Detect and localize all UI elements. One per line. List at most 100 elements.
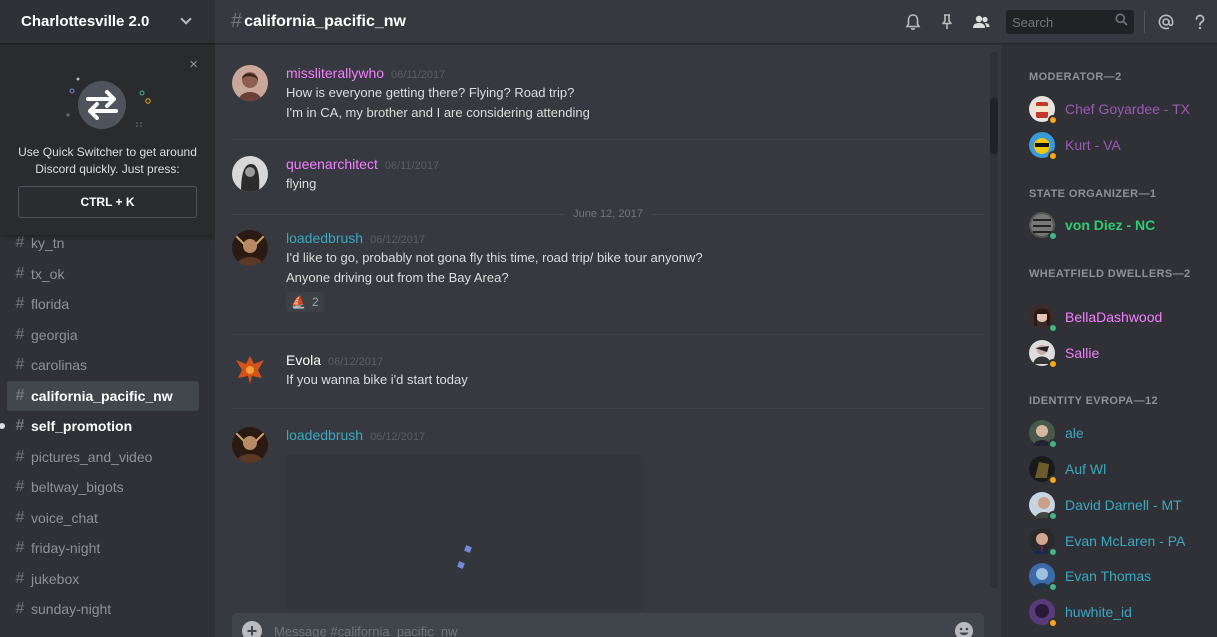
server-name: Charlottesville 2.0 (21, 13, 150, 30)
avatar[interactable] (232, 352, 268, 388)
channel-label: pictures_and_video (31, 448, 153, 465)
divider-line (650, 213, 985, 215)
channel-item-tx_ok[interactable]: # tx_ok (7, 259, 199, 290)
member-item[interactable]: Evan McLaren - PA (1029, 526, 1209, 557)
online-status-icon (1048, 511, 1058, 521)
search-input[interactable] (1012, 14, 1108, 30)
message-author[interactable]: loadedbrush (286, 230, 363, 246)
member-name: von Diez - NC (1065, 217, 1156, 233)
upload-button[interactable]: + (242, 621, 262, 637)
header-toolbar (896, 0, 1217, 44)
channel-item-jukebox[interactable]: # jukebox (7, 564, 199, 595)
channel-header: # california_pacific_nw (215, 0, 1217, 44)
channel-item-voice_chat[interactable]: # voice_chat (7, 503, 199, 534)
member-name: Evan Thomas (1065, 568, 1152, 584)
quick-switcher-shortcut-button[interactable]: CTRL + K (18, 186, 197, 218)
online-status-icon (1048, 439, 1058, 449)
mentions-icon[interactable] (1155, 11, 1177, 33)
message-group: loadedbrush 06/12/2017 I'd like to go, pr… (232, 230, 984, 320)
toolbar-separator (1144, 11, 1145, 33)
emoji-icon[interactable] (954, 621, 974, 637)
online-status-icon (1048, 231, 1058, 241)
image-attachment-loading[interactable] (286, 455, 644, 610)
avatar (1029, 304, 1058, 333)
message-timestamp: 06/11/2017 (391, 69, 446, 81)
search-icon[interactable] (1115, 13, 1128, 31)
channel-label: california_pacific_nw (31, 387, 173, 404)
channel-label: jukebox (31, 570, 80, 587)
member-item[interactable]: Auf Wl (1029, 454, 1209, 485)
divider-line (232, 213, 566, 215)
member-item[interactable]: von Diez - NC (1029, 210, 1209, 241)
reaction-count: 2 (311, 295, 319, 309)
avatar[interactable] (232, 427, 268, 463)
channel-label: florida (31, 296, 70, 313)
member-name: ale (1065, 425, 1084, 441)
online-status-icon (1048, 582, 1058, 592)
message-divider (232, 334, 984, 335)
avatar[interactable] (232, 156, 268, 192)
hash-icon: # (15, 264, 25, 282)
avatar[interactable] (232, 230, 268, 266)
help-icon[interactable] (1189, 11, 1211, 33)
reaction-button[interactable]: ⛵ 2 (286, 292, 324, 312)
member-name: David Darnell - MT (1065, 497, 1182, 513)
member-item[interactable]: Evan Thomas (1029, 561, 1209, 592)
avatar (1029, 599, 1058, 628)
message-timestamp: 06/12/2017 (328, 356, 384, 368)
channel-item-sunday-night[interactable]: # sunday-night (7, 594, 199, 625)
message-author[interactable]: Evola (286, 352, 321, 368)
channel-item-friday-night[interactable]: # friday-night (7, 533, 199, 564)
member-item[interactable]: Chef Goyardee - TX (1029, 94, 1209, 125)
message-group: loadedbrush 06/12/2017 (232, 427, 984, 610)
member-name: Sallie (1065, 345, 1100, 361)
scrollbar-thumb[interactable] (990, 98, 998, 154)
member-item[interactable]: Kurt - VA (1029, 130, 1209, 161)
channel-item-florida[interactable]: # florida (7, 289, 199, 320)
member-name: Kurt - VA (1065, 137, 1121, 153)
channel-item-self_promotion[interactable]: # self_promotion (0, 411, 199, 442)
idle-status-icon (1048, 151, 1058, 161)
hash-icon: # (15, 234, 25, 252)
server-header[interactable]: Charlottesville 2.0 (0, 0, 215, 44)
quick-switcher-icon (66, 77, 151, 129)
member-item[interactable]: huwhite_id (1029, 597, 1209, 628)
role-header: STATE ORGANIZER—1 (1029, 188, 1157, 200)
message-text: Anyone driving out from the Bay Area? (286, 270, 509, 285)
message-composer: + (232, 613, 984, 637)
channel-label: sunday-night (31, 601, 112, 618)
avatar[interactable] (232, 65, 268, 101)
chevron-down-icon[interactable] (180, 13, 192, 25)
message-scrollbar[interactable] (990, 52, 998, 588)
channel-item-pictures_and_video[interactable]: # pictures_and_video (7, 442, 199, 473)
member-item[interactable]: David Darnell - MT (1029, 490, 1209, 521)
avatar (1029, 340, 1058, 369)
message-author[interactable]: missliterallywho (286, 65, 384, 81)
member-item[interactable]: Sallie (1029, 338, 1209, 369)
member-name: Chef Goyardee - TX (1065, 101, 1191, 117)
unread-indicator (0, 423, 5, 429)
member-list: MODERATOR—2 Chef Goyardee - TX Kurt - VA… (1001, 45, 1217, 637)
channel-list: # ky_tn # tx_ok # florida # georgia # carolin… (0, 228, 215, 625)
message-input[interactable] (274, 623, 954, 637)
member-name: huwhite_id (1065, 604, 1132, 620)
member-item[interactable]: BellaDashwood (1029, 302, 1209, 333)
online-status-icon (1048, 547, 1058, 557)
message-author[interactable]: loadedbrush (286, 427, 363, 443)
member-item[interactable]: ale (1029, 418, 1209, 449)
message-timestamp: 06/11/2017 (384, 160, 440, 172)
bell-icon[interactable] (902, 11, 924, 33)
channel-item-carolinas[interactable]: # carolinas (7, 350, 199, 381)
message-author[interactable]: queenarchitect (286, 156, 378, 172)
members-icon[interactable] (970, 11, 992, 33)
role-header: IDENTITY EVROPA—12 (1029, 395, 1159, 407)
channel-label: carolinas (31, 357, 88, 374)
channel-item-georgia[interactable]: # georgia (7, 320, 199, 351)
message-group: queenarchitect 06/11/2017 flying (232, 156, 984, 196)
pin-icon[interactable] (936, 11, 958, 33)
channel-item-california_pacific_nw[interactable]: # california_pacific_nw (7, 380, 199, 411)
channel-label: beltway_bigots (31, 479, 124, 496)
close-icon[interactable]: × (189, 57, 198, 72)
quick-switcher-text: Use Quick Switcher to get around Discord… (18, 145, 197, 176)
channel-item-beltway_bigots[interactable]: # beltway_bigots (7, 472, 199, 503)
